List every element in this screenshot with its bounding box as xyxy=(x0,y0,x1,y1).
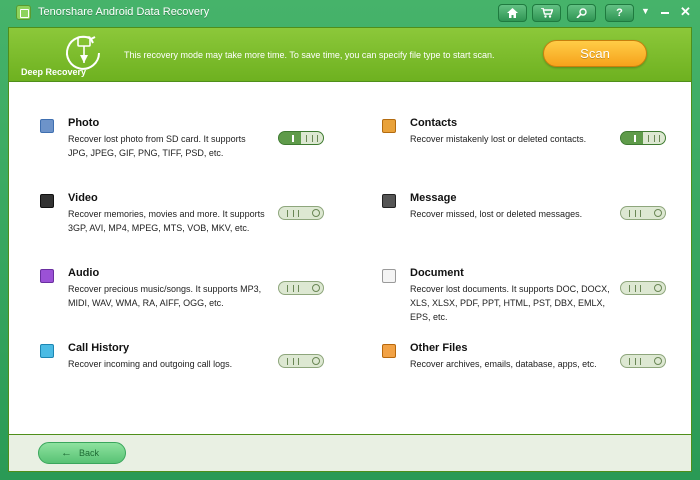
cart-icon xyxy=(540,7,554,18)
help-icon: ? xyxy=(616,7,623,19)
close-button[interactable]: ✕ xyxy=(680,4,691,20)
message-icon xyxy=(382,194,396,208)
file-type-desc: Recover lost photo from SD card. It supp… xyxy=(68,134,246,158)
file-type-desc: Recover lost documents. It supports DOC,… xyxy=(410,284,610,322)
file-type-name: Contacts xyxy=(410,117,458,129)
video-icon xyxy=(40,194,54,208)
back-button[interactable]: ← Back xyxy=(38,442,126,464)
window-title: Tenorshare Android Data Recovery xyxy=(38,6,210,18)
file-type-name: Message xyxy=(410,192,457,204)
back-label: Back xyxy=(79,448,100,458)
tools-icon xyxy=(382,344,396,358)
photo-icon xyxy=(40,119,54,133)
file-type-desc: Recover archives, emails, database, apps… xyxy=(410,359,597,369)
scan-button[interactable]: Scan xyxy=(543,40,647,67)
app-window: Tenorshare Android Data Recovery ? ▼ ✕ D… xyxy=(0,0,700,480)
file-type-name: Audio xyxy=(68,267,100,279)
file-type-name: Photo xyxy=(68,117,100,129)
audio-icon xyxy=(40,269,54,283)
photo-toggle[interactable] xyxy=(278,131,324,145)
key-icon xyxy=(576,8,587,19)
file-type-desc: Recover incoming and outgoing call logs. xyxy=(68,359,233,369)
contacts-icon xyxy=(382,119,396,133)
phone-icon xyxy=(40,344,54,358)
message-toggle[interactable] xyxy=(620,206,666,220)
header-banner: Deep Recovery This recovery mode may tak… xyxy=(8,27,692,82)
audio-toggle[interactable] xyxy=(278,281,324,295)
video-toggle[interactable] xyxy=(278,206,324,220)
footer-bar: ← Back xyxy=(8,434,692,472)
header-message: This recovery mode may take more time. T… xyxy=(124,50,495,60)
arrow-left-icon: ← xyxy=(61,447,72,459)
document-toggle[interactable] xyxy=(620,281,666,295)
document-icon xyxy=(382,269,396,283)
cart-button[interactable] xyxy=(532,4,561,22)
call-history-toggle[interactable] xyxy=(278,354,324,368)
file-type-name: Other Files xyxy=(410,342,468,354)
other-files-toggle[interactable] xyxy=(620,354,666,368)
app-logo-icon xyxy=(16,5,31,20)
mode-label: Deep Recovery xyxy=(21,67,87,77)
title-bar: Tenorshare Android Data Recovery ? ▼ ✕ xyxy=(0,0,700,27)
file-type-desc: Recover missed, lost or deleted messages… xyxy=(410,209,583,219)
minimize-button[interactable] xyxy=(661,12,669,14)
file-type-name: Call History xyxy=(68,342,130,354)
file-type-name: Video xyxy=(68,192,98,204)
file-type-desc: Recover precious music/songs. It support… xyxy=(68,284,262,308)
file-type-name: Document xyxy=(410,267,464,279)
contacts-toggle[interactable] xyxy=(620,131,666,145)
file-type-desc: Recover mistakenly lost or deleted conta… xyxy=(410,134,587,144)
help-button[interactable]: ? xyxy=(605,4,634,22)
home-icon xyxy=(507,8,518,18)
file-type-desc: Recover memories, movies and more. It su… xyxy=(68,209,265,233)
key-button[interactable] xyxy=(567,4,596,22)
home-button[interactable] xyxy=(498,4,527,22)
file-type-panel: Photo Recover lost photo from SD card. I… xyxy=(8,82,692,434)
menu-dropdown-icon[interactable]: ▼ xyxy=(641,6,650,16)
